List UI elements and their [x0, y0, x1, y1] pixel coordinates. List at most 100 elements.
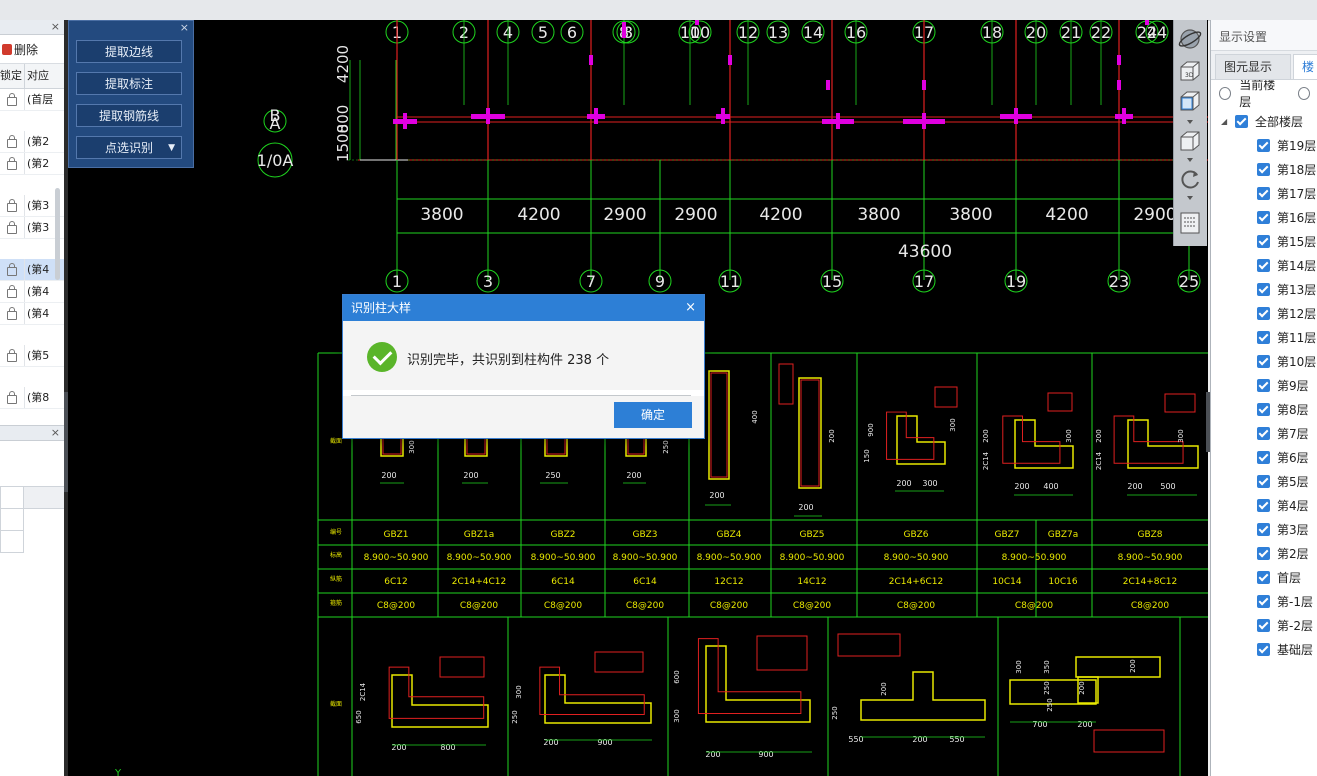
tree-item-floor[interactable]: 第5层 [1211, 469, 1317, 493]
property-cell[interactable] [0, 486, 24, 509]
checkbox[interactable] [1257, 522, 1270, 536]
checkbox[interactable] [1257, 594, 1270, 608]
tree-item-floor[interactable]: 第-2层 [1211, 613, 1317, 637]
tree-item-floor[interactable]: 第19层 [1211, 133, 1317, 157]
lock-cell[interactable] [0, 217, 25, 238]
close-icon[interactable]: × [685, 295, 696, 321]
checkbox[interactable] [1257, 138, 1270, 152]
close-icon[interactable]: × [180, 21, 189, 34]
column-header-lock[interactable]: 锁定 [0, 64, 25, 88]
close-icon[interactable]: × [51, 426, 60, 440]
lock-icon[interactable] [7, 156, 17, 170]
tree-item-floor[interactable]: 基础层 [1211, 637, 1317, 661]
table-row[interactable]: (第2 [0, 153, 64, 175]
tree-item-floor[interactable]: 第12层 [1211, 301, 1317, 325]
tree-item-floor[interactable]: 第13层 [1211, 277, 1317, 301]
tree-item-floor[interactable]: 第4层 [1211, 493, 1317, 517]
property-cell[interactable] [0, 531, 24, 553]
box-view-icon[interactable] [1177, 128, 1203, 154]
lock-cell[interactable] [0, 387, 25, 408]
checkbox[interactable] [1257, 498, 1270, 512]
delete-icon[interactable] [2, 43, 12, 55]
property-cell[interactable] [0, 509, 24, 531]
tree-item-floor[interactable]: 第11层 [1211, 325, 1317, 349]
lock-cell[interactable] [0, 259, 25, 280]
checkbox[interactable] [1257, 642, 1270, 656]
table-row[interactable]: (第8 [0, 387, 64, 409]
scrollbar[interactable] [55, 188, 60, 280]
table-row[interactable]: (第2 [0, 131, 64, 153]
checkbox[interactable] [1257, 258, 1270, 272]
checkbox[interactable] [1257, 378, 1270, 392]
checkbox[interactable] [1257, 354, 1270, 368]
tree-item-floor[interactable]: 第3层 [1211, 517, 1317, 541]
rotate-icon[interactable] [1177, 166, 1203, 192]
current-floor-radio[interactable] [1219, 86, 1232, 100]
tree-item-floor[interactable]: 第8层 [1211, 397, 1317, 421]
ok-button[interactable]: 确定 [614, 402, 692, 428]
extract-label-button[interactable]: 提取标注 [76, 72, 182, 95]
table-row[interactable]: (第4 [0, 281, 64, 303]
checkbox[interactable] [1257, 474, 1270, 488]
tree-item-floor[interactable]: 首层 [1211, 565, 1317, 589]
lock-icon[interactable] [7, 262, 17, 276]
lock-icon[interactable] [7, 198, 17, 212]
tree-item-floor[interactable]: 第2层 [1211, 541, 1317, 565]
3d-view-icon[interactable]: 3D [1177, 58, 1203, 84]
tree-item-floor[interactable]: 第6层 [1211, 445, 1317, 469]
tab-floor-display[interactable]: 楼 [1293, 54, 1317, 79]
lock-icon[interactable] [7, 92, 17, 106]
table-row[interactable]: (第5 [0, 345, 64, 367]
lock-cell[interactable] [0, 89, 25, 110]
tab-element-display[interactable]: 图元显示 [1215, 54, 1291, 79]
top-view-icon[interactable] [1177, 88, 1203, 114]
collapse-arrow-icon[interactable]: ◢ [1221, 117, 1231, 126]
all-floor-radio[interactable] [1297, 86, 1311, 100]
tree-item-floor[interactable]: 第14层 [1211, 253, 1317, 277]
checkbox[interactable] [1257, 282, 1270, 296]
checkbox[interactable] [1257, 426, 1270, 440]
tree-item-floor[interactable]: 第-1层 [1211, 589, 1317, 613]
dropdown-arrow-icon[interactable]: ▼ [168, 137, 175, 160]
point-identify-button[interactable]: 点选识别 ▼ [76, 136, 182, 159]
delete-button[interactable]: 删除 [14, 41, 38, 58]
checkbox[interactable] [1257, 402, 1270, 416]
lock-icon[interactable] [7, 284, 17, 298]
lock-icon[interactable] [7, 390, 17, 404]
lock-icon[interactable] [7, 348, 17, 362]
lock-cell[interactable] [0, 131, 25, 152]
checkbox[interactable] [1257, 234, 1270, 248]
lock-cell[interactable] [0, 153, 25, 174]
tree-item-floor[interactable]: 第15层 [1211, 229, 1317, 253]
tree-item-floor[interactable]: 第18层 [1211, 157, 1317, 181]
checkbox[interactable] [1257, 570, 1270, 584]
checkbox[interactable] [1257, 162, 1270, 176]
tree-item-floor[interactable]: 第10层 [1211, 349, 1317, 373]
checkbox[interactable] [1257, 186, 1270, 200]
checkbox[interactable] [1257, 618, 1270, 632]
checkbox[interactable] [1257, 306, 1270, 320]
table-row[interactable]: (首层 [0, 89, 64, 111]
extract-edge-button[interactable]: 提取边线 [76, 40, 182, 63]
lock-cell[interactable] [0, 345, 25, 366]
table-row[interactable]: (第4 [0, 303, 64, 325]
dynamic-observe-icon[interactable] [1177, 26, 1203, 52]
checkbox[interactable] [1257, 210, 1270, 224]
column-header-target[interactable]: 对应 [25, 64, 64, 88]
lock-cell[interactable] [0, 303, 25, 324]
lock-icon[interactable] [7, 306, 17, 320]
tree-item-floor[interactable]: 第9层 [1211, 373, 1317, 397]
checkbox[interactable] [1257, 450, 1270, 464]
tree-item-all-floors[interactable]: ◢ 全部楼层 [1211, 109, 1317, 133]
layer-settings-icon[interactable] [1177, 210, 1203, 236]
checkbox[interactable] [1257, 546, 1270, 560]
tree-item-floor[interactable]: 第17层 [1211, 181, 1317, 205]
extract-rebar-button[interactable]: 提取钢筋线 [76, 104, 182, 127]
lock-icon[interactable] [7, 220, 17, 234]
tree-item-floor[interactable]: 第7层 [1211, 421, 1317, 445]
lock-cell[interactable] [0, 195, 25, 216]
close-icon[interactable]: × [51, 20, 60, 34]
lock-icon[interactable] [7, 134, 17, 148]
checkbox[interactable] [1257, 330, 1270, 344]
tree-item-floor[interactable]: 第16层 [1211, 205, 1317, 229]
